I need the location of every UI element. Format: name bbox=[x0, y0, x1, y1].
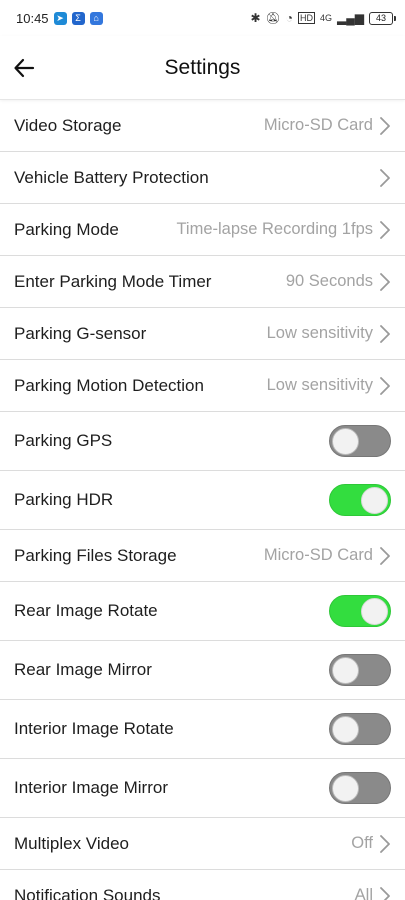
setting-row-rear-image-mirror[interactable]: Rear Image Mirror bbox=[0, 641, 405, 700]
setting-row-parking-gps[interactable]: Parking GPS bbox=[0, 412, 405, 471]
setting-control: Low sensitivity bbox=[267, 324, 391, 344]
telegram-icon: ➤ bbox=[53, 11, 67, 25]
bluetooth-icon: ✱ bbox=[250, 11, 261, 25]
toggle-switch[interactable] bbox=[329, 772, 391, 804]
toggle-switch[interactable] bbox=[329, 654, 391, 686]
chevron-right-icon bbox=[379, 116, 391, 136]
setting-row-parking-motion-detection[interactable]: Parking Motion Detection Low sensitivity bbox=[0, 360, 405, 412]
setting-label: Parking Mode bbox=[14, 219, 119, 239]
setting-control: Off bbox=[351, 834, 391, 854]
signal-icon: ▂▄▆ bbox=[337, 11, 364, 25]
toggle-switch[interactable] bbox=[329, 713, 391, 745]
back-arrow-icon bbox=[14, 58, 35, 77]
setting-label: Vehicle Battery Protection bbox=[14, 167, 209, 187]
setting-row-parking-mode[interactable]: Parking Mode Time-lapse Recording 1fps bbox=[0, 204, 405, 256]
setting-label: Notification Sounds bbox=[14, 885, 161, 900]
setting-label: Multiplex Video bbox=[14, 833, 129, 853]
toggle-knob bbox=[332, 775, 359, 802]
setting-control: 90 Seconds bbox=[286, 272, 391, 292]
setting-row-parking-files-storage[interactable]: Parking Files Storage Micro-SD Card bbox=[0, 530, 405, 582]
setting-control: All bbox=[355, 886, 391, 900]
chevron-right-icon bbox=[379, 834, 391, 854]
setting-label: Rear Image Rotate bbox=[14, 601, 158, 620]
sigma-app-icon: Σ bbox=[71, 11, 85, 25]
toggle-switch[interactable] bbox=[329, 595, 391, 627]
toggle-knob bbox=[361, 598, 388, 625]
chevron-right-icon bbox=[379, 546, 391, 566]
status-right: ✱ 🔕︎ ◔ HD 4G ▂▄▆ 43 bbox=[250, 11, 396, 25]
settings-list: Video Storage Micro-SD Card Vehicle Batter… bbox=[0, 100, 405, 900]
toggle-knob bbox=[332, 428, 359, 455]
setting-value: 90 Seconds bbox=[285, 272, 373, 290]
chevron-right-icon bbox=[379, 220, 391, 240]
setting-label: Parking GPS bbox=[14, 431, 113, 450]
setting-control: Micro-SD Card bbox=[264, 116, 391, 136]
setting-value: Micro-SD Card bbox=[263, 116, 373, 134]
setting-label: Rear Image Mirror bbox=[14, 660, 152, 679]
setting-label: Video Storage bbox=[14, 115, 122, 135]
status-time: 10:45 bbox=[16, 10, 49, 26]
chevron-right-icon bbox=[379, 376, 391, 396]
app-bar: Settings bbox=[0, 36, 405, 100]
setting-label: Enter Parking Mode Timer bbox=[14, 271, 212, 291]
setting-control bbox=[329, 713, 391, 745]
setting-row-enter-parking-mode-timer[interactable]: Enter Parking Mode Timer 90 Seconds bbox=[0, 256, 405, 308]
setting-row-parking-hdr[interactable]: Parking HDR bbox=[0, 471, 405, 530]
setting-value: Low sensitivity bbox=[266, 324, 373, 342]
setting-value: All bbox=[354, 886, 373, 900]
setting-control: Low sensitivity bbox=[267, 376, 391, 396]
toggle-switch[interactable] bbox=[329, 484, 391, 516]
toggle-knob bbox=[332, 657, 359, 684]
toggle-knob bbox=[332, 716, 359, 743]
setting-row-interior-image-rotate[interactable]: Interior Image Rotate bbox=[0, 700, 405, 759]
setting-control bbox=[379, 168, 391, 188]
chevron-right-icon bbox=[379, 272, 391, 292]
setting-label: Parking G-sensor bbox=[14, 323, 147, 343]
setting-value: Low sensitivity bbox=[266, 376, 373, 394]
setting-row-video-storage[interactable]: Video Storage Micro-SD Card bbox=[0, 100, 405, 152]
setting-value: Off bbox=[351, 834, 373, 852]
setting-row-notification-sounds[interactable]: Notification Sounds All bbox=[0, 870, 405, 900]
status-bar: 10:45 ➤ Σ ⌂ ✱ 🔕︎ ◔ HD 4G ▂▄▆ 43 bbox=[0, 0, 405, 36]
setting-row-multiplex-video[interactable]: Multiplex Video Off bbox=[0, 818, 405, 870]
setting-control: Time-lapse Recording 1fps bbox=[176, 220, 391, 240]
setting-control bbox=[329, 595, 391, 627]
setting-control bbox=[329, 425, 391, 457]
setting-value: Time-lapse Recording 1fps bbox=[176, 220, 373, 238]
chevron-right-icon bbox=[379, 886, 391, 900]
chevron-right-icon bbox=[379, 168, 391, 188]
setting-label: Parking Motion Detection bbox=[14, 375, 204, 395]
setting-label: Interior Image Rotate bbox=[14, 719, 174, 738]
back-button[interactable] bbox=[10, 54, 38, 82]
page-title: Settings bbox=[164, 55, 241, 79]
hd-icon: HD bbox=[298, 12, 316, 24]
setting-label: Parking Files Storage bbox=[14, 545, 177, 565]
setting-control bbox=[329, 654, 391, 686]
setting-row-rear-image-rotate[interactable]: Rear Image Rotate bbox=[0, 582, 405, 641]
chevron-right-icon bbox=[379, 324, 391, 344]
toggle-switch[interactable] bbox=[329, 425, 391, 457]
setting-control: Micro-SD Card bbox=[264, 546, 391, 566]
setting-label: Parking HDR bbox=[14, 490, 114, 509]
battery-level: 43 bbox=[375, 12, 386, 23]
wifi-icon: ◔ bbox=[285, 11, 294, 25]
toggle-knob bbox=[361, 487, 388, 514]
setting-label: Interior Image Mirror bbox=[14, 778, 168, 797]
setting-control bbox=[329, 772, 391, 804]
mute-icon: 🔕︎ bbox=[265, 11, 281, 25]
setting-row-interior-image-mirror[interactable]: Interior Image Mirror bbox=[0, 759, 405, 818]
status-left: 10:45 ➤ Σ ⌂ bbox=[16, 11, 103, 26]
setting-row-vehicle-battery-protection[interactable]: Vehicle Battery Protection bbox=[0, 152, 405, 204]
battery-icon: 43 bbox=[369, 11, 396, 25]
setting-control bbox=[329, 484, 391, 516]
network-label: 4G bbox=[320, 13, 333, 23]
setting-row-parking-g-sensor[interactable]: Parking G-sensor Low sensitivity bbox=[0, 308, 405, 360]
setting-value: Micro-SD Card bbox=[263, 546, 373, 564]
signal-app-icon: ⌂ bbox=[89, 11, 103, 25]
